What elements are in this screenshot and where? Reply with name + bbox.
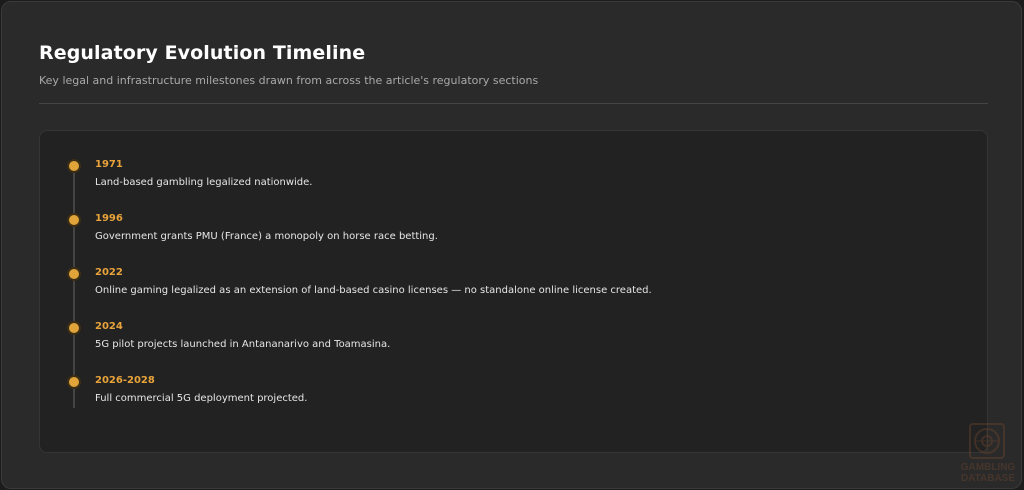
timeline-description: Full commercial 5G deployment projected.	[95, 393, 308, 404]
page-title: Regulatory Evolution Timeline	[39, 42, 366, 64]
timeline-year: 2026-2028	[95, 375, 155, 386]
timeline-item: 2024 5G pilot projects launched in Antan…	[40, 293, 980, 350]
timeline-item: 1971 Land-based gambling legalized natio…	[40, 131, 980, 188]
timeline-panel: 1971 Land-based gambling legalized natio…	[39, 130, 988, 453]
timeline-dot-icon	[67, 321, 81, 335]
watermark-logo: GAMBLING DATABASE	[952, 422, 1022, 488]
watermark-text: GAMBLING DATABASE	[960, 462, 1016, 484]
timeline-dot-icon	[67, 375, 81, 389]
timeline-year: 1996	[95, 213, 123, 224]
timeline-dot-icon	[67, 267, 81, 281]
timeline-item: 2026-2028 Full commercial 5G deployment …	[40, 347, 980, 404]
timeline-item: 1996 Government grants PMU (France) a mo…	[40, 185, 980, 242]
timeline-dot-icon	[67, 159, 81, 173]
page-subtitle: Key legal and infrastructure milestones …	[39, 74, 539, 87]
timeline-item: 2022 Online gaming legalized as an exten…	[40, 239, 980, 296]
roulette-wheel-icon	[969, 423, 1005, 459]
timeline-card: Regulatory Evolution Timeline Key legal …	[1, 1, 1022, 489]
timeline-year: 2022	[95, 267, 123, 278]
timeline-year: 2024	[95, 321, 123, 332]
header-divider	[39, 103, 988, 104]
timeline-dot-icon	[67, 213, 81, 227]
timeline-year: 1971	[95, 159, 123, 170]
